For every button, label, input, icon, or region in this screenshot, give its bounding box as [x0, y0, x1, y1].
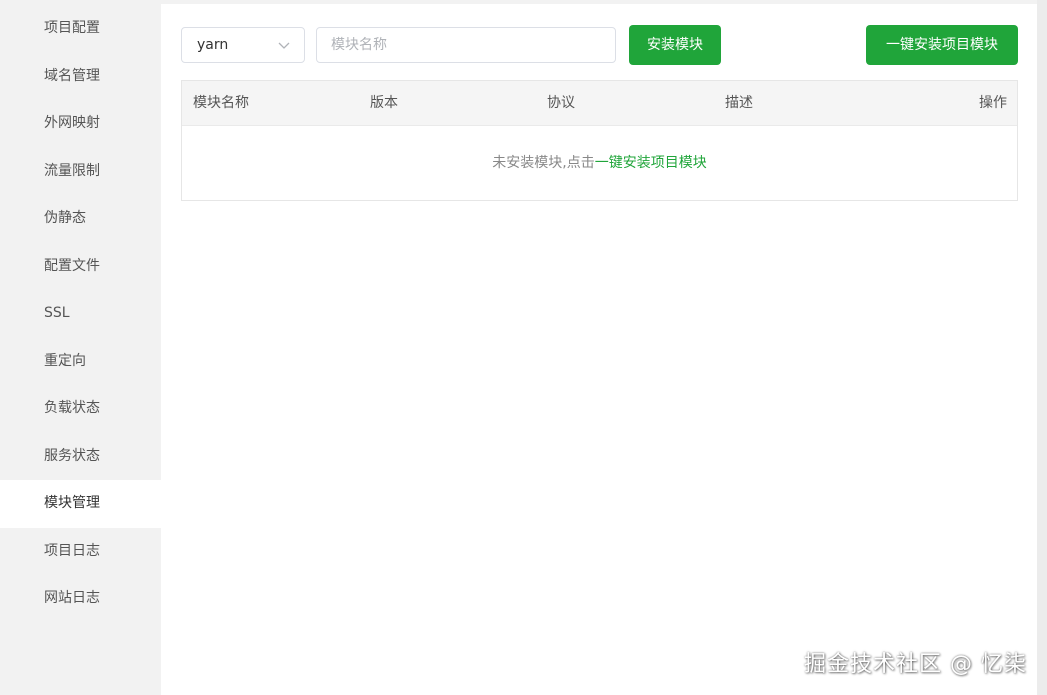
chevron-down-icon — [278, 42, 290, 49]
sidebar-item-redirect[interactable]: 重定向 — [0, 338, 161, 386]
sidebar: 项目配置 域名管理 外网映射 流量限制 伪静态 配置文件 SSL 重定向 负载状… — [0, 0, 161, 695]
sidebar-item-ssl[interactable]: SSL — [0, 290, 161, 338]
sidebar-item-traffic-limit[interactable]: 流量限制 — [0, 148, 161, 196]
install-module-button[interactable]: 安装模块 — [629, 25, 721, 65]
column-header-protocol: 协议 — [547, 95, 575, 111]
sidebar-item-load-status[interactable]: 负载状态 — [0, 385, 161, 433]
app-root: 项目配置 域名管理 外网映射 流量限制 伪静态 配置文件 SSL 重定向 负载状… — [0, 0, 1047, 695]
sidebar-item-module-management[interactable]: 模块管理 — [0, 480, 161, 528]
column-header-description: 描述 — [725, 95, 753, 111]
package-manager-select[interactable]: yarn — [181, 27, 305, 63]
sidebar-item-service-status[interactable]: 服务状态 — [0, 433, 161, 481]
column-header-version: 版本 — [370, 95, 398, 111]
column-header-actions: 操作 — [979, 95, 1007, 111]
module-table: 模块名称 版本 协议 描述 操作 未安装模块,点击一键安装项目模块 — [181, 80, 1018, 201]
column-header-module-name: 模块名称 — [193, 95, 249, 111]
module-name-input[interactable] — [316, 27, 616, 63]
sidebar-item-project-log[interactable]: 项目日志 — [0, 528, 161, 576]
sidebar-item-rewrite[interactable]: 伪静态 — [0, 195, 161, 243]
top-border — [161, 0, 1047, 4]
package-manager-value: yarn — [197, 37, 229, 53]
right-border — [1037, 0, 1047, 695]
empty-state-text: 未安装模块,点击 — [492, 155, 595, 171]
sidebar-item-project-config[interactable]: 项目配置 — [0, 5, 161, 53]
install-all-link[interactable]: 一键安装项目模块 — [595, 155, 707, 171]
sidebar-item-external-mapping[interactable]: 外网映射 — [0, 100, 161, 148]
table-header: 模块名称 版本 协议 描述 操作 — [182, 81, 1017, 126]
install-all-modules-button[interactable]: 一键安装项目模块 — [866, 25, 1018, 65]
sidebar-item-config-file[interactable]: 配置文件 — [0, 243, 161, 291]
sidebar-item-site-log[interactable]: 网站日志 — [0, 575, 161, 623]
empty-state: 未安装模块,点击一键安装项目模块 — [182, 126, 1017, 200]
sidebar-item-domain-management[interactable]: 域名管理 — [0, 53, 161, 101]
watermark: 掘金技术社区 @ 忆柒 — [804, 652, 1027, 677]
